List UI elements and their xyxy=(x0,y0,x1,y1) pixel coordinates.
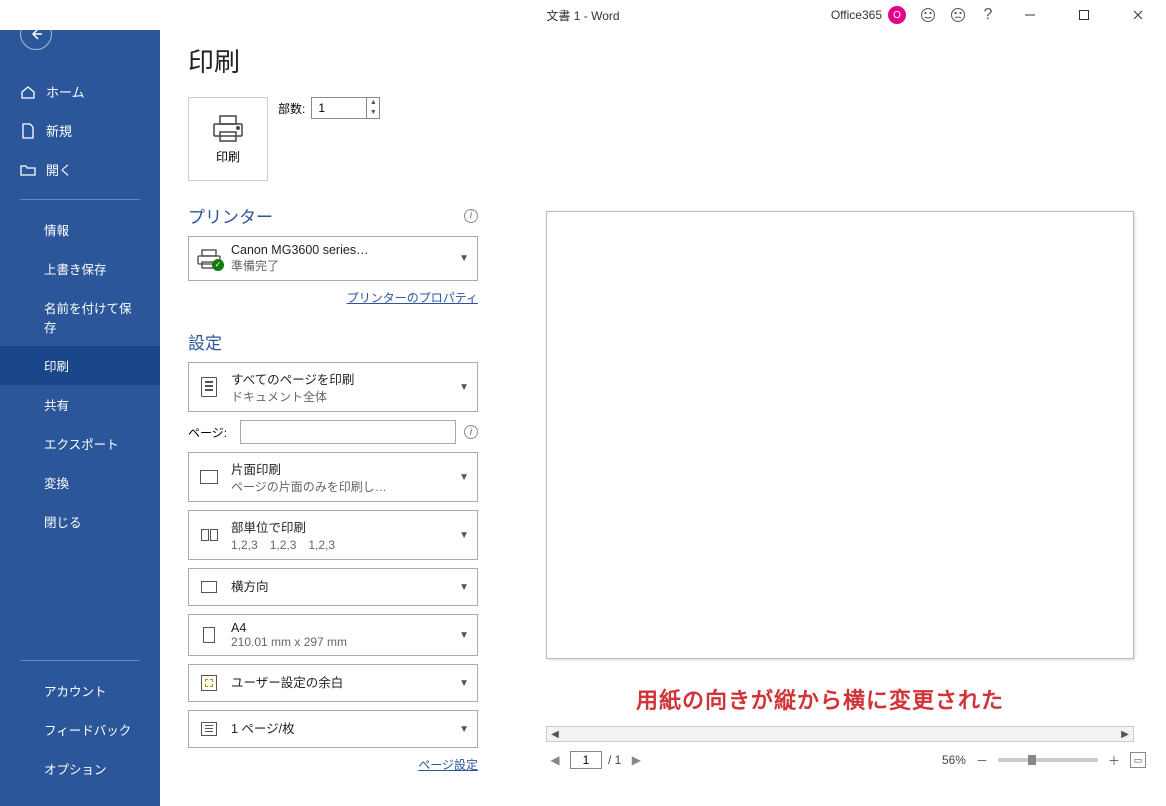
orientation-selector[interactable]: 横方向 ▼ xyxy=(188,568,478,606)
sidebar-item-options[interactable]: オプション xyxy=(0,749,160,788)
printer-selector[interactable]: ✓ Canon MG3600 series… 準備完了 ▼ xyxy=(188,236,478,281)
printer-info-icon[interactable]: i xyxy=(464,209,478,223)
pages-info-icon[interactable]: i xyxy=(464,425,478,439)
printer-status: 準備完了 xyxy=(231,257,449,274)
chevron-down-icon: ▼ xyxy=(457,630,471,641)
page-total: / 1 xyxy=(608,753,621,767)
sidebar-separator xyxy=(20,660,140,661)
copies-up[interactable]: ▲ xyxy=(367,98,379,108)
zoom-thumb[interactable] xyxy=(1028,755,1036,765)
sidebar-item-label: 新規 xyxy=(46,121,72,140)
pages-label: ページ: xyxy=(188,424,232,441)
paper-icon xyxy=(203,627,215,643)
page-setup-link[interactable]: ページ設定 xyxy=(418,758,478,772)
copies-spinner[interactable]: ▲▼ xyxy=(311,97,380,119)
printer-icon xyxy=(211,114,245,144)
sidebar-item-new[interactable]: 新規 xyxy=(0,111,160,150)
zoom-slider[interactable] xyxy=(998,758,1098,762)
chevron-down-icon: ▼ xyxy=(457,530,471,541)
sidebar-item-feedback[interactable]: フィードバック xyxy=(0,710,160,749)
titlebar: 文書 1 - Word Office365 O ? xyxy=(0,0,1166,30)
sidebar-item-saveas[interactable]: 名前を付けて保存 xyxy=(0,288,160,346)
user-name: Office365 xyxy=(831,8,882,22)
scroll-left-icon[interactable]: ◀ xyxy=(547,729,563,740)
margins-icon xyxy=(201,675,217,691)
zoom-out-button[interactable]: － xyxy=(976,752,988,769)
zoom-in-button[interactable]: ＋ xyxy=(1108,752,1120,769)
copies-label: 部数: xyxy=(278,100,305,117)
chevron-down-icon: ▼ xyxy=(457,582,471,593)
page-number-input[interactable] xyxy=(570,751,602,769)
orientation-icon xyxy=(201,581,217,593)
document-icon xyxy=(201,377,217,397)
sidebar-item-save[interactable]: 上書き保存 xyxy=(0,249,160,288)
chevron-down-icon: ▼ xyxy=(457,382,471,393)
printer-properties-link[interactable]: プリンターのプロパティ xyxy=(347,291,478,305)
page-title: 印刷 xyxy=(188,42,1166,79)
window-title: 文書 1 - Word xyxy=(546,7,619,24)
print-range-selector[interactable]: すべてのページを印刷 ドキュメント全体 ▼ xyxy=(188,362,478,412)
pages-per-sheet-selector[interactable]: 1 ページ/枚 ▼ xyxy=(188,710,478,748)
paper-size-selector[interactable]: A4 210.01 mm x 297 mm ▼ xyxy=(188,614,478,656)
ready-check-icon: ✓ xyxy=(212,259,224,271)
minimize-button[interactable] xyxy=(1010,1,1050,29)
sidebar-separator xyxy=(20,199,140,200)
user-account[interactable]: Office365 O xyxy=(831,6,906,24)
printer-name: Canon MG3600 series… xyxy=(231,243,449,257)
chevron-down-icon: ▼ xyxy=(457,678,471,689)
sidebar-item-share[interactable]: 共有 xyxy=(0,385,160,424)
sidebar-item-export[interactable]: エクスポート xyxy=(0,424,160,463)
new-doc-icon xyxy=(20,123,36,139)
printer-status-icon: ✓ xyxy=(196,249,222,269)
sidebar-item-print[interactable]: 印刷 xyxy=(0,346,160,385)
annotation-text: 用紙の向きが縦から横に変更された xyxy=(636,683,1004,715)
close-button[interactable] xyxy=(1118,1,1158,29)
chevron-down-icon: ▼ xyxy=(457,472,471,483)
zoom-value: 56% xyxy=(942,753,966,767)
collate-selector[interactable]: 部単位で印刷 1,2,3 1,2,3 1,2,3 ▼ xyxy=(188,510,478,560)
main-panel: 印刷 印刷 部数: ▲▼ プリンター xyxy=(160,0,1166,806)
fit-page-button[interactable]: ▭ xyxy=(1130,752,1146,768)
sidebar-item-close[interactable]: 閉じる xyxy=(0,502,160,541)
home-icon xyxy=(20,84,36,100)
sidebar-item-account[interactable]: アカウント xyxy=(0,671,160,710)
maximize-button[interactable] xyxy=(1064,1,1104,29)
settings-heading: 設定 xyxy=(188,329,222,354)
open-icon xyxy=(20,162,36,178)
help-icon[interactable]: ? xyxy=(980,7,996,23)
chevron-down-icon: ▼ xyxy=(457,253,471,264)
duplex-icon xyxy=(200,470,218,484)
nup-icon xyxy=(201,722,217,736)
prev-page-button[interactable]: ◀ xyxy=(546,752,564,768)
sidebar-item-label: ホーム xyxy=(46,82,85,101)
preview-hscrollbar[interactable]: ◀ ▶ xyxy=(546,726,1134,742)
smile-icon[interactable] xyxy=(920,7,936,23)
avatar: O xyxy=(888,6,906,24)
sidebar-item-transform[interactable]: 変換 xyxy=(0,463,160,502)
pages-input[interactable] xyxy=(240,420,456,444)
next-page-button[interactable]: ▶ xyxy=(627,752,645,768)
preview-page xyxy=(546,211,1134,659)
sidebar-item-label: 開く xyxy=(46,160,72,179)
print-preview: 用紙の向きが縦から横に変更された ◀ ▶ ◀ / 1 ▶ 56% － ＋ ▭ xyxy=(526,97,1154,780)
chevron-down-icon: ▼ xyxy=(457,724,471,735)
scroll-right-icon[interactable]: ▶ xyxy=(1117,729,1133,740)
printer-heading: プリンター xyxy=(188,203,273,228)
print-options-column: 印刷 部数: ▲▼ プリンター i ✓ xyxy=(188,97,478,780)
sidebar-item-open[interactable]: 開く xyxy=(0,150,160,189)
print-button-label: 印刷 xyxy=(216,148,240,165)
sidebar: ホーム 新規 開く 情報 上書き保存 名前を付けて保存 印刷 共有 エクスポート… xyxy=(0,0,160,806)
copies-input[interactable] xyxy=(312,98,366,118)
copies-down[interactable]: ▼ xyxy=(367,108,379,118)
duplex-selector[interactable]: 片面印刷 ページの片面のみを印刷し… ▼ xyxy=(188,452,478,502)
frown-icon[interactable] xyxy=(950,7,966,23)
collate-icon xyxy=(201,529,218,541)
sidebar-item-info[interactable]: 情報 xyxy=(0,210,160,249)
margins-selector[interactable]: ユーザー設定の余白 ▼ xyxy=(188,664,478,702)
print-button[interactable]: 印刷 xyxy=(188,97,268,181)
sidebar-item-home[interactable]: ホーム xyxy=(0,72,160,111)
